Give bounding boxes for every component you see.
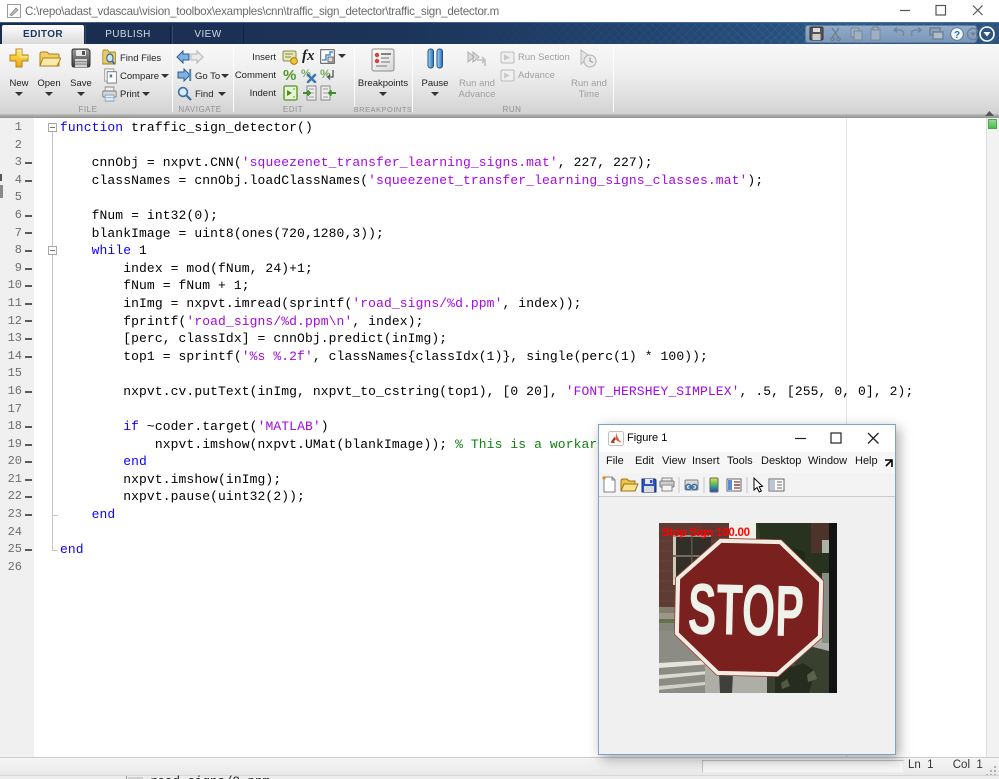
svg-text:%: % [283,67,296,83]
svg-text:?: ? [954,30,960,41]
svg-text:STOP: STOP [687,569,805,653]
svg-text:Stop Sign 100.00: Stop Sign 100.00 [662,527,750,539]
